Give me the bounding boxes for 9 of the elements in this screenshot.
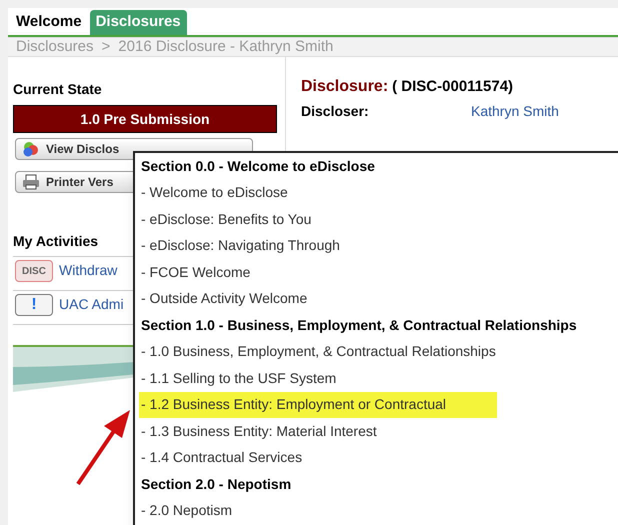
section-heading: Current State	[13, 80, 102, 99]
disclosure-title: Disclosure:	[301, 77, 388, 97]
alert-badge: !	[15, 294, 53, 316]
state-banner: 1.0 Pre Submission	[13, 105, 277, 133]
section-heading: My Activities	[13, 232, 98, 251]
breadcrumb-separator: >	[102, 36, 110, 57]
disc-badge: DISC	[15, 260, 53, 282]
field-label: Discloser:	[301, 102, 370, 121]
disclosure-id: ( DISC-00011574)	[392, 77, 514, 97]
